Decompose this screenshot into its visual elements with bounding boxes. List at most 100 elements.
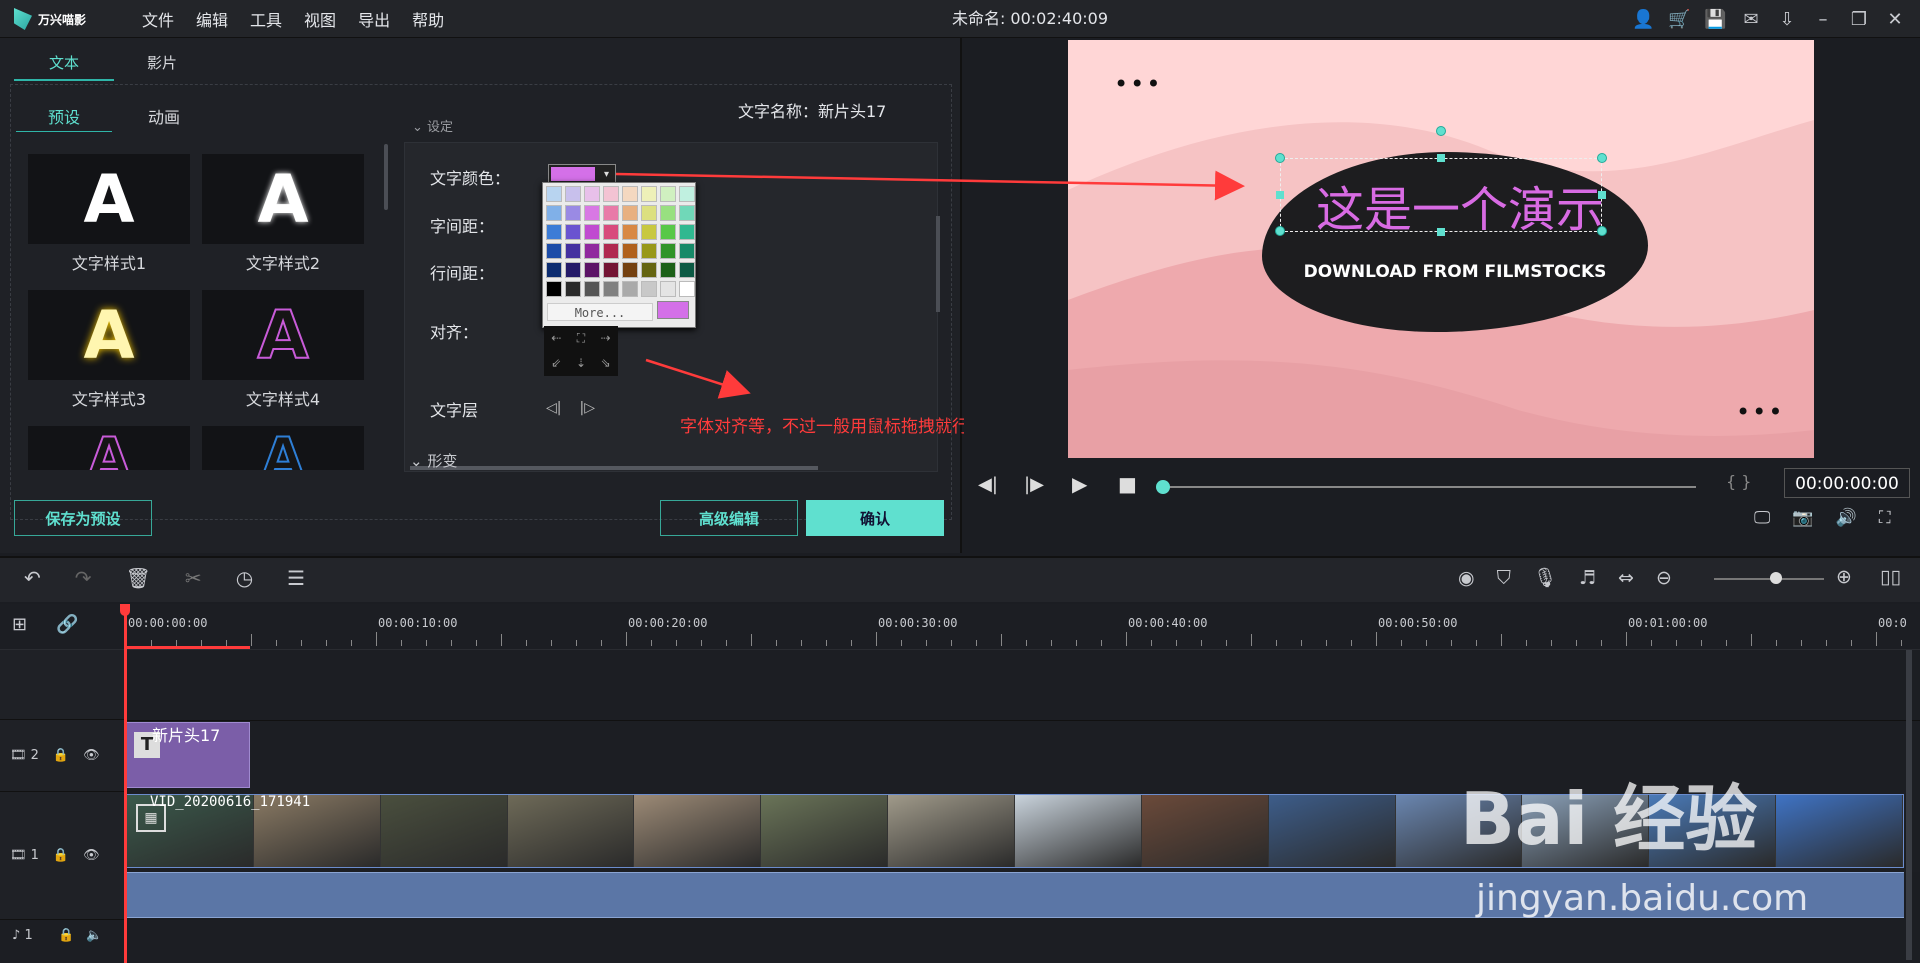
palette-swatch[interactable]	[603, 186, 619, 202]
minimize-icon[interactable]: –	[1812, 9, 1834, 30]
resize-handle-r[interactable]	[1598, 191, 1606, 199]
add-track-icon[interactable]: ⊞	[12, 614, 27, 635]
stop-icon[interactable]: ■	[1118, 472, 1137, 496]
palette-swatch[interactable]	[565, 262, 581, 278]
palette-swatch[interactable]	[622, 224, 638, 240]
playhead[interactable]	[124, 604, 127, 963]
align-bottom-right-icon[interactable]: ⇘	[593, 351, 618, 376]
adjust-icon[interactable]: ☰	[287, 566, 305, 590]
palette-swatch[interactable]	[641, 281, 657, 297]
audio-mix-icon[interactable]: ♬	[1579, 567, 1596, 589]
redo-icon[interactable]: ↷	[75, 566, 92, 590]
palette-swatch[interactable]	[622, 281, 638, 297]
palette-swatch[interactable]	[679, 243, 695, 259]
palette-swatch[interactable]	[584, 205, 600, 221]
palette-swatch[interactable]	[603, 243, 619, 259]
menu-export[interactable]: 导出	[358, 7, 390, 31]
zoom-slider-track[interactable]	[1714, 578, 1824, 580]
playback-progress-handle[interactable]	[1156, 480, 1170, 494]
align-bottom-icon[interactable]: ⇣	[569, 351, 594, 376]
render-icon[interactable]: ◉	[1458, 567, 1475, 589]
volume-icon[interactable]: 🔊	[1836, 508, 1857, 528]
align-center-icon[interactable]: ⛶	[569, 326, 594, 351]
close-icon[interactable]: ✕	[1884, 9, 1906, 30]
fit-timeline-icon[interactable]: ⇔	[1618, 567, 1634, 589]
resize-handle-l[interactable]	[1276, 191, 1284, 199]
link-icon[interactable]: 🔗	[56, 614, 78, 635]
subtab-preset[interactable]: 预设	[16, 104, 112, 132]
palette-swatch[interactable]	[641, 262, 657, 278]
resize-handle-b[interactable]	[1437, 228, 1445, 236]
mark-in-out-icon[interactable]: { }	[1726, 472, 1751, 491]
menu-help[interactable]: 帮助	[412, 7, 444, 31]
preset-style-4[interactable]: A	[202, 290, 364, 380]
palette-swatch[interactable]	[679, 224, 695, 240]
cut-icon[interactable]: ✂	[185, 566, 202, 590]
palette-swatch[interactable]	[622, 243, 638, 259]
restore-icon[interactable]: ❐	[1848, 9, 1870, 30]
preset-style-6[interactable]: A	[202, 426, 364, 470]
palette-swatch[interactable]	[603, 281, 619, 297]
palette-swatch[interactable]	[660, 205, 676, 221]
palette-swatch[interactable]	[584, 281, 600, 297]
rotate-handle[interactable]	[1436, 126, 1446, 136]
palette-swatch[interactable]	[546, 243, 562, 259]
marker-icon[interactable]: ⛉	[1497, 567, 1511, 589]
palette-swatch[interactable]	[565, 205, 581, 221]
delete-icon[interactable]: 🗑	[126, 566, 151, 590]
palette-swatch[interactable]	[660, 281, 676, 297]
undo-icon[interactable]: ↶	[24, 566, 41, 590]
fullscreen-icon[interactable]: ⛶	[1879, 508, 1891, 528]
palette-swatch[interactable]	[660, 262, 676, 278]
palette-swatch[interactable]	[641, 186, 657, 202]
eye-icon[interactable]: 👁	[83, 848, 100, 863]
tab-text[interactable]: 文本	[14, 52, 114, 81]
palette-swatch[interactable]	[584, 262, 600, 278]
palette-swatch[interactable]	[565, 243, 581, 259]
palette-swatch[interactable]	[565, 186, 581, 202]
layer-forward-icon[interactable]: |▷	[579, 400, 594, 416]
speaker-icon[interactable]: 🔈	[86, 928, 102, 943]
lock-icon[interactable]: 🔒	[53, 848, 69, 863]
presets-scrollbar[interactable]	[384, 144, 388, 210]
prev-frame-icon[interactable]: ◀|	[978, 474, 998, 495]
download-icon[interactable]: ⇩	[1776, 9, 1798, 30]
next-frame-icon[interactable]: |▶	[1024, 474, 1044, 495]
timeline-scrollbar[interactable]	[1906, 650, 1912, 960]
display-settings-icon[interactable]: 🖵	[1754, 508, 1770, 528]
palette-swatch[interactable]	[679, 186, 695, 202]
resize-handle-tr[interactable]	[1597, 153, 1607, 163]
palette-swatch[interactable]	[565, 281, 581, 297]
more-colors-button[interactable]: More...	[547, 303, 653, 321]
menu-tools[interactable]: 工具	[250, 7, 282, 31]
palette-swatch[interactable]	[641, 205, 657, 221]
palette-swatch[interactable]	[603, 205, 619, 221]
palette-swatch[interactable]	[565, 224, 581, 240]
align-left-icon[interactable]: ⇠	[544, 326, 569, 351]
palette-swatch[interactable]	[546, 281, 562, 297]
palette-swatch[interactable]	[546, 262, 562, 278]
palette-swatch[interactable]	[546, 224, 562, 240]
zoom-in-icon[interactable]: ⊕	[1836, 566, 1852, 588]
section-transform-header[interactable]: ⌄ 形变	[410, 450, 457, 471]
menu-view[interactable]: 视图	[304, 7, 336, 31]
palette-swatch[interactable]	[603, 262, 619, 278]
snapshot-icon[interactable]: 📷	[1792, 508, 1813, 528]
resize-handle-tl[interactable]	[1275, 153, 1285, 163]
lock-icon[interactable]: 🔒	[58, 928, 74, 943]
palette-swatch[interactable]	[584, 224, 600, 240]
confirm-button[interactable]: 确认	[806, 500, 944, 536]
lock-icon[interactable]: 🔒	[53, 748, 69, 763]
advanced-edit-button[interactable]: 高级编辑	[660, 500, 798, 536]
palette-swatch[interactable]	[660, 186, 676, 202]
palette-swatch[interactable]	[660, 224, 676, 240]
palette-swatch[interactable]	[603, 224, 619, 240]
palette-swatch[interactable]	[546, 186, 562, 202]
text-color-picker[interactable]: ▾	[548, 164, 616, 184]
layout-toggle-icon[interactable]: ▯▯	[1880, 566, 1901, 588]
menu-edit[interactable]: 编辑	[196, 7, 228, 31]
palette-swatch[interactable]	[660, 243, 676, 259]
tab-film[interactable]: 影片	[112, 52, 212, 73]
palette-swatch[interactable]	[641, 224, 657, 240]
section-settings-header[interactable]: ⌄ 设定	[412, 116, 453, 135]
